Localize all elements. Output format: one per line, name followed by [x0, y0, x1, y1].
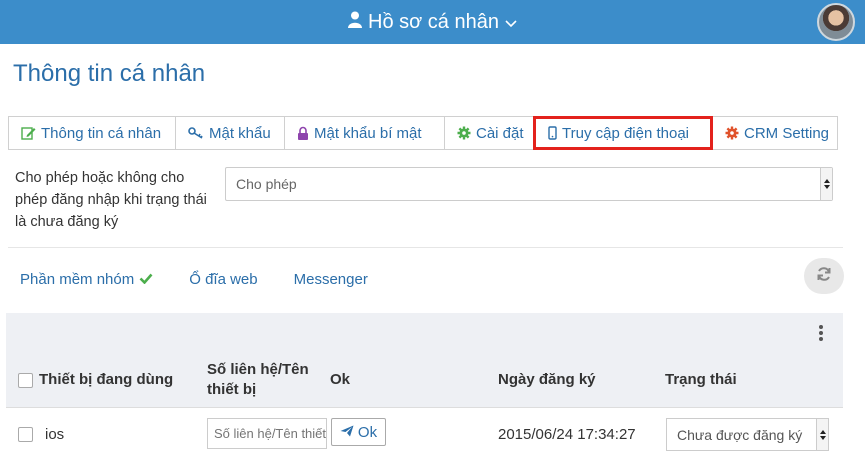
ok-label: Ok	[357, 423, 378, 441]
status-value: Chưa được đăng ký	[677, 426, 803, 443]
tab-label: CRM Setting	[744, 124, 830, 142]
select-all-checkbox[interactable]	[18, 370, 33, 390]
login-permission-label: Cho phép hoặc không cho phép đăng nhập k…	[15, 170, 207, 230]
check-icon	[139, 271, 153, 288]
tab-crm-setting[interactable]: CRM Setting	[713, 116, 838, 150]
chevron-down-icon	[505, 11, 517, 34]
device-name: ios	[45, 426, 65, 443]
tab-personal-info[interactable]: Thông tin cá nhân	[8, 116, 175, 150]
table-header: Thiết bị đang dùng Số liên hệ/Tên thiết …	[6, 353, 843, 408]
contact-input[interactable]	[207, 418, 327, 449]
select-value: Cho phép	[236, 176, 297, 192]
column-ok: Ok	[330, 371, 351, 388]
column-contact: Số liên hệ/Tên thiết bị	[207, 361, 309, 398]
subnav-messenger[interactable]: Messenger	[294, 271, 368, 288]
profile-menu-toggle[interactable]: Hồ sơ cá nhân	[0, 0, 865, 44]
avatar[interactable]	[817, 3, 855, 41]
row-checkbox[interactable]	[18, 425, 33, 442]
key-icon	[188, 127, 204, 139]
column-date: Ngày đăng ký	[498, 371, 596, 388]
tab-label: Mật khẩu bí mật	[314, 124, 422, 142]
table-toolbar	[6, 313, 843, 353]
mobile-icon	[548, 126, 557, 140]
login-permission-select[interactable]: Cho phép	[225, 167, 833, 201]
tab-bar: Thông tin cá nhân Mật khẩu Mật khẩu bí m…	[8, 116, 838, 150]
user-icon	[348, 11, 363, 34]
divider	[8, 247, 843, 248]
tab-label: Thông tin cá nhân	[41, 124, 162, 142]
tab-label: Cài đặt	[476, 124, 524, 142]
more-options-icon[interactable]	[819, 325, 823, 341]
tab-mobile-access[interactable]: Truy cập điện thoại	[533, 116, 713, 150]
tab-settings[interactable]: Cài đặt	[444, 116, 533, 150]
refresh-button[interactable]	[804, 258, 844, 294]
subnav-web-drive[interactable]: Ổ đĩa web	[189, 271, 257, 288]
send-icon	[340, 424, 358, 441]
gear-icon	[457, 126, 471, 140]
subnav-label: Messenger	[293, 271, 368, 288]
tab-label: Mật khẩu	[209, 124, 271, 142]
ok-button[interactable]: Ok	[331, 418, 386, 446]
select-arrow-icon	[816, 419, 828, 450]
subnav-label: Ổ đĩa web	[189, 271, 258, 288]
subnav-label: Phần mềm nhóm	[20, 271, 135, 288]
top-bar: Hồ sơ cá nhân	[0, 0, 865, 44]
status-select[interactable]: Chưa được đăng ký	[666, 418, 829, 451]
tab-label: Truy cập điện thoại	[562, 124, 690, 142]
tab-password[interactable]: Mật khẩu	[175, 116, 284, 150]
registration-date: 2015/06/24 17:34:27	[498, 426, 636, 443]
select-arrow-icon	[820, 168, 832, 200]
column-device: Thiết bị đang dùng	[39, 371, 174, 388]
refresh-icon	[816, 266, 832, 287]
table-row: ios Ok 2015/06/24 17:34:27 Chưa được đăn…	[6, 409, 843, 459]
lock-icon	[297, 126, 309, 141]
tab-secret-password[interactable]: Mật khẩu bí mật	[284, 116, 444, 150]
gear-icon	[725, 126, 739, 140]
subnav-groupware[interactable]: Phần mềm nhóm	[20, 271, 153, 288]
column-status: Trạng thái	[665, 371, 737, 388]
header-title: Hồ sơ cá nhân	[368, 10, 499, 33]
app-subnav: Phần mềm nhóm Ổ đĩa web Messenger	[20, 271, 404, 288]
edit-icon	[21, 126, 36, 140]
page-title: Thông tin cá nhân	[13, 60, 206, 87]
